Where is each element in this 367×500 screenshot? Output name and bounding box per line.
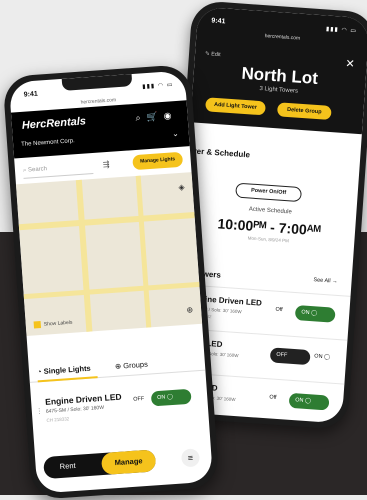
off-label: Off	[269, 394, 277, 401]
notch	[61, 74, 133, 91]
status-icons: ▮▮▮ ◠ ▭	[325, 26, 358, 35]
manage-lights-button[interactable]: Manage Lights	[132, 151, 184, 171]
herc-logo[interactable]: HercRentals	[21, 115, 86, 131]
rent-button[interactable]: Rent	[59, 455, 76, 478]
tab-groups[interactable]: ⊕ Groups	[115, 360, 149, 371]
map-road	[18, 212, 195, 231]
drag-handle-icon[interactable]: ⋮	[36, 407, 43, 415]
chevron-down-icon[interactable]: ⌄	[172, 129, 179, 138]
filter-icon[interactable]: ⇶	[102, 160, 109, 169]
light-spec: 6475-SM / Solo: 30' 160W	[45, 404, 105, 415]
off-label: Off	[275, 306, 283, 314]
menu-icon[interactable]: ≡	[180, 448, 201, 468]
mode-switch: Rent Manage	[43, 449, 157, 480]
on-label: ON ◯	[156, 393, 174, 402]
edit-link[interactable]: ✎ Edit	[205, 51, 221, 58]
tab-indicator	[37, 376, 98, 383]
tab-bar: ◔ Single Lights ⊕ Groups	[28, 351, 206, 383]
power-schedule-heading: ver & Schedule	[191, 146, 251, 160]
company-selector[interactable]: The Newmont Corp.	[21, 138, 75, 148]
light-name: Engine Driven LED	[44, 391, 122, 407]
status-time: 9:41	[23, 90, 38, 99]
cart-icon[interactable]: 🛒	[146, 111, 164, 122]
edit-label: Edit	[210, 51, 221, 59]
app-header: HercRentals ⌕🛒◉ The Newmont Corp. ⌄	[10, 100, 190, 159]
account-icon[interactable]: ◉	[163, 110, 178, 121]
power-toggle-button[interactable]: Power On/Off	[235, 182, 303, 203]
group-header: 9:41 ▮▮▮ ◠ ▭ hercrentals.com ✎ Edit ✕ No…	[190, 6, 367, 135]
phone-front: 9:41 ▮▮▮ ◠ ▭ hercrentals.com HercRentals…	[2, 63, 220, 500]
map-road	[75, 179, 93, 332]
light-id: CH 218332	[46, 416, 70, 423]
light-item[interactable]: Engine Driven LED 6475-SM / Solo: 30' 16…	[30, 380, 209, 442]
search-icon[interactable]: ⌕	[135, 112, 147, 123]
off-label: OFF	[276, 351, 288, 359]
checkbox-icon	[33, 321, 42, 329]
on-toggle[interactable]: ON ◯	[150, 388, 192, 407]
search-placeholder: Search	[27, 166, 48, 174]
on-toggle[interactable]: ON ◯	[294, 305, 336, 323]
see-all-link[interactable]: See All →	[313, 277, 338, 285]
tab-groups-label: Groups	[122, 359, 149, 371]
delete-group-button[interactable]: Delete Group	[276, 102, 332, 121]
off-toggle[interactable]: OFF	[269, 347, 311, 366]
on-label: ON ◯	[294, 397, 312, 405]
front-screen: 9:41 ▮▮▮ ◠ ▭ hercrentals.com HercRentals…	[8, 70, 214, 494]
site-map[interactable]: ◈ ⊕	[15, 172, 203, 337]
off-label: OFF	[133, 395, 145, 403]
add-light-tower-button[interactable]: Add Light Tower	[205, 97, 266, 116]
on-label: ON ◯	[314, 353, 331, 361]
layers-icon[interactable]: ◈	[178, 183, 185, 192]
tab-single-lights[interactable]: ◔ Single Lights	[37, 364, 91, 377]
tab-single-label: Single Lights	[43, 363, 91, 376]
status-time: 9:41	[211, 17, 226, 26]
map-road	[135, 175, 152, 328]
map-road	[23, 281, 200, 300]
search-input[interactable]: ⌕ Search	[22, 158, 94, 179]
status-icons: ▮▮▮ ◠ ▭	[142, 82, 174, 91]
locate-icon[interactable]: ⊕	[186, 305, 193, 314]
on-label: ON ◯	[301, 309, 318, 317]
close-icon[interactable]: ✕	[345, 57, 355, 71]
on-toggle[interactable]: ON ◯	[288, 392, 330, 411]
manage-button[interactable]: Manage	[100, 449, 157, 476]
